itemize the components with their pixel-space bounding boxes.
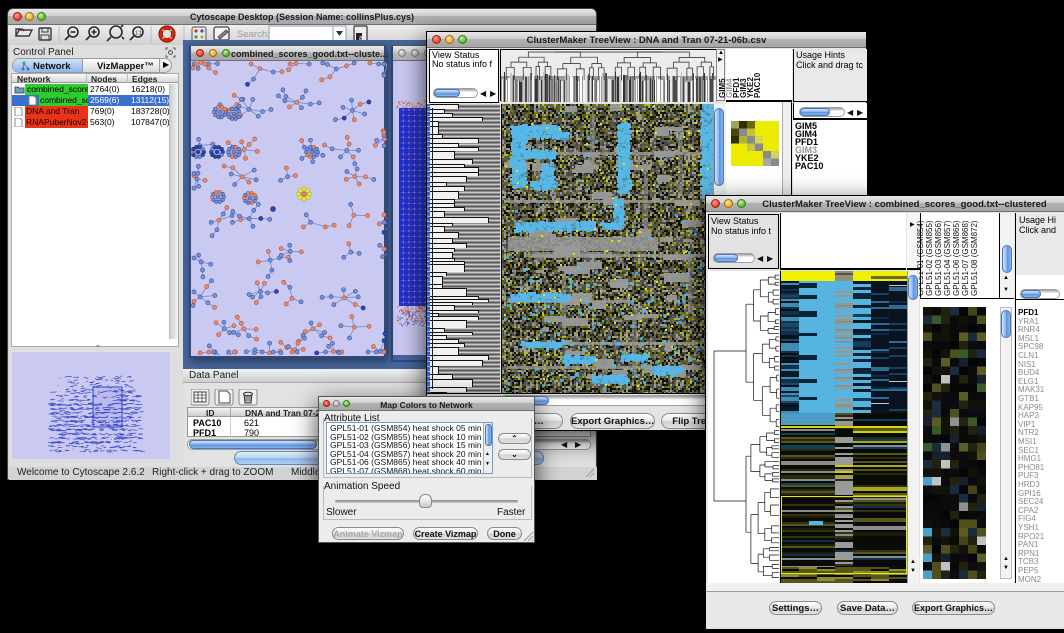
svg-text:Search:: Search: xyxy=(237,29,270,40)
svg-text:1:1: 1:1 xyxy=(135,31,142,37)
